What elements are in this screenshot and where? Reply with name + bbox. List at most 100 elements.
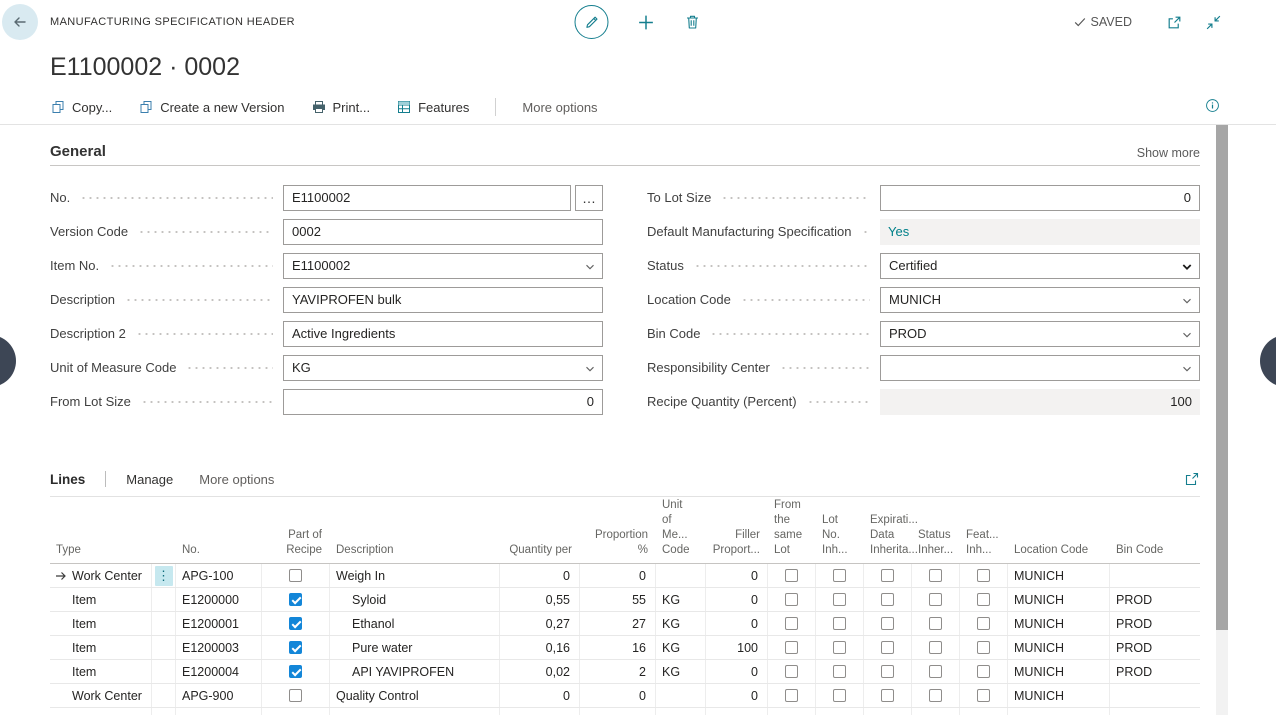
description-input[interactable] [283, 287, 603, 313]
cell-bin-code[interactable]: PROD [1110, 636, 1200, 659]
cell-no[interactable]: APG-900 [176, 684, 262, 707]
default-manufacturing-specification-value[interactable]: Yes [880, 219, 1200, 245]
new-button[interactable] [637, 13, 656, 32]
cell-bin-code[interactable]: PROD [1110, 588, 1200, 611]
part-of-recipe-checkbox[interactable] [289, 617, 302, 630]
col-header-bin-code[interactable]: Bin Code [1110, 543, 1200, 558]
part-of-recipe-checkbox[interactable] [289, 665, 302, 678]
col-header-proportion[interactable]: Proportion % [580, 528, 656, 558]
status-inherit-checkbox[interactable] [929, 689, 942, 702]
cell-uom-code[interactable]: KG [656, 660, 706, 683]
cell-no[interactable]: APG-100 [176, 564, 262, 587]
from-same-lot-checkbox[interactable] [785, 689, 798, 702]
cell-type[interactable]: Item [50, 612, 152, 635]
col-header-status-inherit[interactable]: Status Inher... [912, 528, 960, 558]
table-row[interactable]: Work Center ⋮ APG-100 Weigh In 0 0 0 MUN… [50, 564, 1200, 588]
status-inherit-checkbox[interactable] [929, 641, 942, 654]
location-code-input[interactable] [880, 287, 1200, 313]
cell-location-code[interactable]: MUNICH [1008, 612, 1110, 635]
features-inherit-checkbox[interactable] [977, 617, 990, 630]
row-menu-button[interactable]: ⋮ [155, 566, 173, 586]
previous-record-button[interactable] [0, 335, 16, 387]
cell-quantity-per[interactable]: 0,02 [500, 660, 580, 683]
lines-more-options[interactable]: More options [199, 472, 274, 487]
features-inherit-checkbox[interactable] [977, 593, 990, 606]
lot-no-inherit-checkbox[interactable] [833, 689, 846, 702]
from-lot-size-input[interactable] [283, 389, 603, 415]
no-input[interactable] [283, 185, 571, 211]
cell-proportion[interactable]: 27 [580, 612, 656, 635]
cell-filler-proportion[interactable]: 100 [706, 636, 768, 659]
cell-description[interactable]: API YAVIPROFEN [330, 660, 500, 683]
table-row[interactable]: Item E1200001 Ethanol 0,27 27 KG 0 MUNIC… [50, 612, 1200, 636]
cell-quantity-per[interactable]: 0,16 [500, 636, 580, 659]
features-action[interactable]: Features [396, 99, 469, 115]
create-new-version-action[interactable]: Create a new Version [138, 99, 284, 115]
lot-no-inherit-checkbox[interactable] [833, 641, 846, 654]
from-same-lot-checkbox[interactable] [785, 617, 798, 630]
responsibility-center-input[interactable] [880, 355, 1200, 381]
back-button[interactable] [2, 4, 38, 40]
cell-proportion[interactable]: 55 [580, 588, 656, 611]
cell-quantity-per[interactable]: 0,27 [500, 612, 580, 635]
col-header-no[interactable]: No. [176, 543, 262, 558]
cell-location-code[interactable]: MUNICH [1008, 684, 1110, 707]
cell-type[interactable]: Item [50, 660, 152, 683]
cell-no[interactable]: E1200000 [176, 588, 262, 611]
status-inherit-checkbox[interactable] [929, 617, 942, 630]
status-select[interactable] [880, 253, 1200, 279]
table-row[interactable]: Work Center APG-900 Quality Control 0 0 … [50, 684, 1200, 708]
status-inherit-checkbox[interactable] [929, 665, 942, 678]
col-header-uom-code[interactable]: Unit of Me... Code [656, 498, 706, 558]
col-header-expiration-inherit[interactable]: Expirati... Data Inherita... [864, 513, 912, 558]
description-2-input[interactable] [283, 321, 603, 347]
cell-location-code[interactable]: MUNICH [1008, 564, 1110, 587]
cell-no[interactable]: E1200004 [176, 660, 262, 683]
features-inherit-checkbox[interactable] [977, 665, 990, 678]
from-same-lot-checkbox[interactable] [785, 665, 798, 678]
open-in-new-window-button[interactable] [1166, 14, 1183, 31]
part-of-recipe-checkbox[interactable] [289, 569, 302, 582]
unit-of-measure-input[interactable] [283, 355, 603, 381]
collapse-button[interactable] [1205, 14, 1222, 31]
cell-filler-proportion[interactable]: 0 [706, 660, 768, 683]
expiration-inherit-checkbox[interactable] [881, 689, 894, 702]
cell-location-code[interactable]: MUNICH [1008, 660, 1110, 683]
cell-proportion[interactable]: 2 [580, 660, 656, 683]
lot-no-inherit-checkbox[interactable] [833, 665, 846, 678]
col-header-from-same-lot[interactable]: From the same Lot [768, 498, 816, 558]
part-of-recipe-checkbox[interactable] [289, 641, 302, 654]
col-header-part-of-recipe[interactable]: Part of Recipe [262, 528, 330, 558]
cell-quantity-per[interactable]: 0 [500, 684, 580, 707]
cell-proportion[interactable]: 16 [580, 636, 656, 659]
cell-bin-code[interactable] [1110, 564, 1200, 587]
cell-no[interactable]: E1200001 [176, 612, 262, 635]
cell-filler-proportion[interactable]: 0 [706, 612, 768, 635]
cell-quantity-per[interactable]: 0 [500, 564, 580, 587]
cell-no[interactable]: E1200003 [176, 636, 262, 659]
cell-location-code[interactable]: MUNICH [1008, 636, 1110, 659]
col-header-type[interactable]: Type [50, 543, 152, 558]
manage-menu[interactable]: Manage [126, 472, 173, 487]
focus-mode-button[interactable] [1184, 471, 1200, 487]
next-record-button[interactable] [1260, 335, 1276, 387]
part-of-recipe-checkbox[interactable] [289, 593, 302, 606]
cell-uom-code[interactable] [656, 564, 706, 587]
show-more-link[interactable]: Show more [1137, 146, 1200, 160]
table-row-empty[interactable] [50, 708, 1200, 715]
assist-edit-button[interactable]: … [575, 185, 603, 211]
status-inherit-checkbox[interactable] [929, 569, 942, 582]
cell-type[interactable]: Item [50, 588, 152, 611]
table-row[interactable]: Item E1200000 Syloid 0,55 55 KG 0 MUNICH… [50, 588, 1200, 612]
to-lot-size-input[interactable] [880, 185, 1200, 211]
cell-type[interactable]: Work Center [50, 684, 152, 707]
col-header-features-inherit[interactable]: Feat... Inh... [960, 528, 1008, 558]
col-header-description[interactable]: Description [330, 543, 500, 558]
cell-proportion[interactable]: 0 [580, 684, 656, 707]
lines-tab[interactable]: Lines [50, 472, 85, 487]
col-header-lot-no-inherit[interactable]: Lot No. Inh... [816, 513, 864, 558]
col-header-quantity-per[interactable]: Quantity per [500, 543, 580, 558]
table-row[interactable]: Item E1200003 Pure water 0,16 16 KG 100 … [50, 636, 1200, 660]
cell-filler-proportion[interactable]: 0 [706, 684, 768, 707]
delete-button[interactable] [684, 13, 702, 31]
